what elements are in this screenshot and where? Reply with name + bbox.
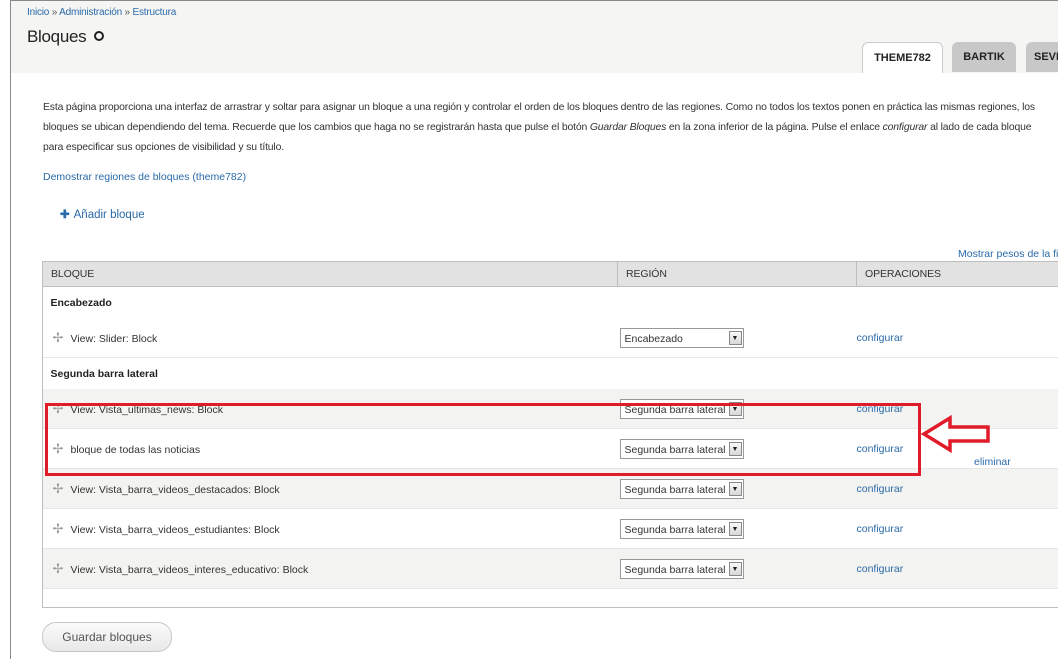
block-name: View: Vista_ultimas_news: Block bbox=[71, 404, 224, 416]
block-name: View: Vista_barra_videos_interes_educati… bbox=[71, 564, 309, 576]
chevron-down-icon[interactable]: ▼ bbox=[729, 482, 742, 496]
configure-link[interactable]: configurar bbox=[857, 483, 904, 495]
region-select-value: Encabezado bbox=[625, 333, 683, 345]
description-text: en la zona inferior de la página. Pulse … bbox=[666, 122, 882, 133]
save-blocks-button[interactable]: Guardar bloques bbox=[42, 622, 172, 652]
drag-handle-icon[interactable]: ✢ bbox=[53, 521, 63, 537]
tab-label: BARTIK bbox=[963, 51, 1005, 63]
breadcrumb-separator: » bbox=[125, 7, 130, 18]
annotation-arrow-icon bbox=[920, 414, 994, 454]
drag-handle-icon[interactable]: ✢ bbox=[53, 401, 63, 417]
breadcrumb-structure[interactable]: Estructura bbox=[133, 7, 177, 18]
add-block-link[interactable]: ✚ Añadir bloque bbox=[60, 207, 145, 221]
blocks-table: BLOQUE REGIÓN OPERACIONES Encabezado ✢ Vi… bbox=[42, 261, 1058, 589]
chevron-down-icon[interactable]: ▼ bbox=[729, 562, 742, 576]
tab-bartik[interactable]: BARTIK bbox=[952, 42, 1016, 72]
breadcrumb-home[interactable]: Inicio bbox=[27, 7, 49, 18]
tab-theme782[interactable]: THEME782 bbox=[862, 42, 943, 73]
drag-handle-icon[interactable]: ✢ bbox=[53, 441, 63, 457]
region-select-value: Segunda barra lateral bbox=[625, 444, 726, 456]
region-select[interactable]: Segunda barra lateral▼ bbox=[620, 399, 744, 419]
page-title-text: Bloques bbox=[27, 27, 86, 46]
region-select[interactable]: Segunda barra lateral▼ bbox=[620, 519, 744, 539]
chevron-down-icon[interactable]: ▼ bbox=[729, 522, 742, 536]
delete-link[interactable]: eliminar bbox=[974, 456, 1011, 468]
block-name: View: Vista_barra_videos_destacados: Blo… bbox=[71, 484, 280, 496]
region-select-value: Segunda barra lateral bbox=[625, 484, 726, 496]
drag-handle-icon[interactable]: ✢ bbox=[53, 481, 63, 497]
breadcrumb-admin[interactable]: Administración bbox=[59, 7, 122, 18]
breadcrumb: Inicio » Administración » Estructura bbox=[27, 7, 176, 18]
chevron-down-icon[interactable]: ▼ bbox=[729, 331, 742, 345]
column-header-region: REGIÓN bbox=[618, 262, 857, 287]
demo-regions-link[interactable]: Demostrar regiones de bloques (theme782) bbox=[43, 171, 246, 183]
region-select[interactable]: Encabezado ▼ bbox=[620, 328, 744, 348]
gear-icon[interactable] bbox=[94, 31, 104, 41]
region-heading: Segunda barra lateral bbox=[43, 358, 1058, 390]
region-select-value: Segunda barra lateral bbox=[625, 404, 726, 416]
block-name: View: Slider: Block bbox=[71, 333, 158, 345]
region-select[interactable]: Segunda barra lateral▼ bbox=[620, 559, 744, 579]
table-row: ✢ View: Vista_ultimas_news: Block Segunda… bbox=[43, 389, 1058, 429]
configure-link[interactable]: configurar bbox=[857, 443, 904, 455]
region-select-value: Segunda barra lateral bbox=[625, 524, 726, 536]
page-title: Bloques bbox=[27, 27, 104, 47]
region-heading: Encabezado bbox=[43, 287, 1058, 319]
block-name: bloque de todas las noticias bbox=[71, 444, 201, 456]
block-name: View: Vista_barra_videos_estudiantes: Bl… bbox=[71, 524, 280, 536]
region-select[interactable]: Segunda barra lateral▼ bbox=[620, 439, 744, 459]
description-emphasis: configurar bbox=[883, 122, 928, 133]
chevron-down-icon[interactable]: ▼ bbox=[729, 402, 742, 416]
tab-label: THEME782 bbox=[874, 52, 931, 64]
page-description: Esta página proporciona una interfaz de … bbox=[43, 98, 1053, 158]
configure-link[interactable]: configurar bbox=[857, 563, 904, 575]
add-block-label: Añadir bloque bbox=[74, 209, 145, 221]
show-weights-link[interactable]: Mostrar pesos de la fil bbox=[958, 248, 1058, 260]
region-select-value: Segunda barra lateral bbox=[625, 564, 726, 576]
configure-link[interactable]: configurar bbox=[857, 403, 904, 415]
chevron-down-icon[interactable]: ▼ bbox=[729, 442, 742, 456]
description-emphasis: Guardar Bloques bbox=[590, 122, 666, 133]
table-row: ✢ View: Slider: Block Encabezado ▼ configu… bbox=[43, 318, 1058, 358]
column-header-block: BLOQUE bbox=[43, 262, 618, 287]
region-select[interactable]: Segunda barra lateral▼ bbox=[620, 479, 744, 499]
table-row: ✢ View: Vista_barra_videos_destacados: Bl… bbox=[43, 469, 1058, 509]
configure-link[interactable]: configurar bbox=[857, 332, 904, 344]
tab-seven[interactable]: SEVE bbox=[1026, 42, 1058, 72]
configure-link[interactable]: configurar bbox=[857, 523, 904, 535]
tab-label: SEVE bbox=[1034, 51, 1058, 63]
table-row: ✢ bloque de todas las noticias Segunda ba… bbox=[43, 429, 1058, 469]
drag-handle-icon[interactable]: ✢ bbox=[53, 561, 63, 577]
breadcrumb-separator: » bbox=[52, 7, 57, 18]
column-header-operations: OPERACIONES bbox=[857, 262, 1058, 287]
plus-icon: ✚ bbox=[60, 209, 70, 221]
drag-handle-icon[interactable]: ✢ bbox=[53, 330, 63, 346]
table-row: ✢ View: Vista_barra_videos_interes_educat… bbox=[43, 549, 1058, 589]
table-row: ✢ View: Vista_barra_videos_estudiantes: B… bbox=[43, 509, 1058, 549]
